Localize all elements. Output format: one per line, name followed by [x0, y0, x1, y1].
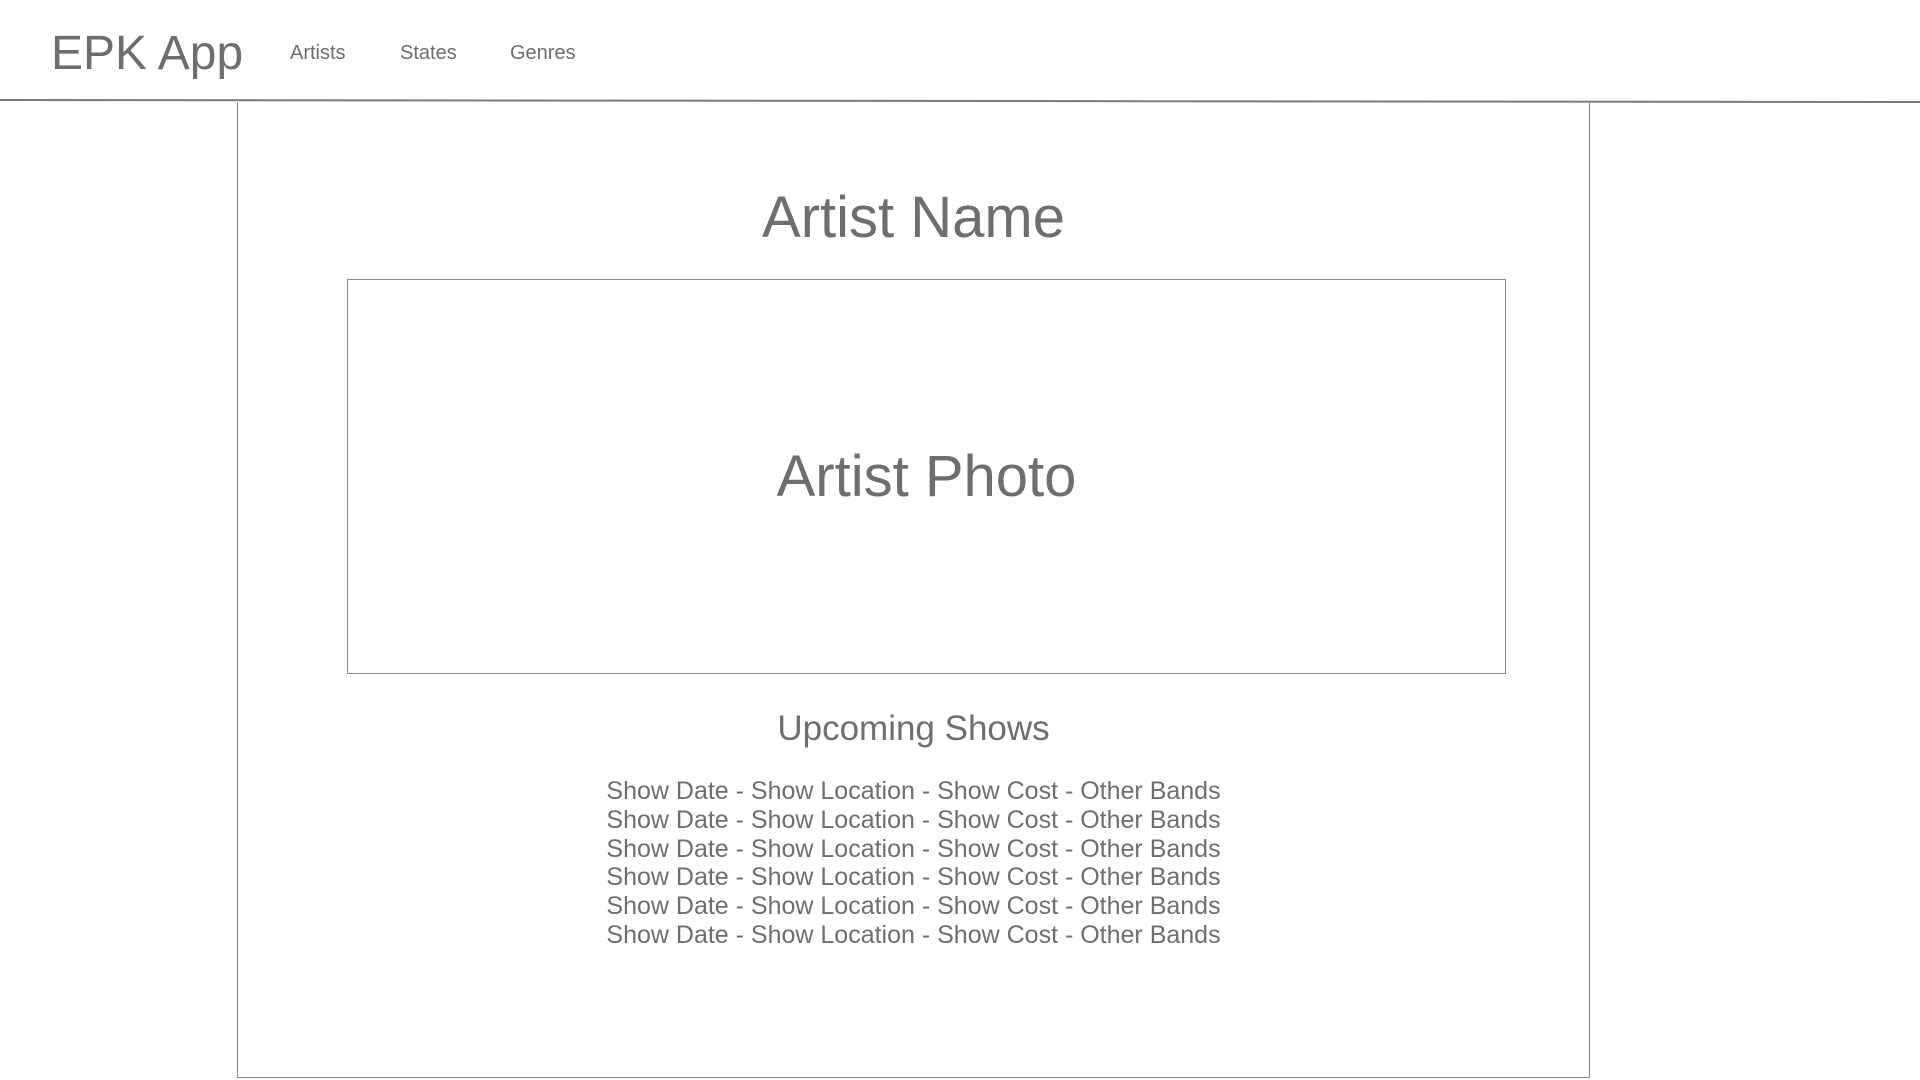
- show-list-item: Show Date - Show Location - Show Cost - …: [606, 834, 1221, 863]
- show-list-item: Show Date - Show Location - Show Cost - …: [606, 863, 1221, 892]
- artist-profile-panel: Artist Name Artist Photo Upcoming Shows …: [237, 102, 1590, 1078]
- brand-logo[interactable]: EPK App: [51, 26, 243, 82]
- app-header: EPK App Artists States Genres: [0, 0, 1920, 103]
- show-list-item: Show Date - Show Location - Show Cost - …: [606, 920, 1221, 949]
- upcoming-shows-heading: Upcoming Shows: [777, 709, 1050, 748]
- show-list-item: Show Date - Show Location - Show Cost - …: [606, 777, 1221, 805]
- artist-photo-placeholder: Artist Photo: [347, 279, 1506, 674]
- nav-link-states[interactable]: States: [400, 41, 457, 65]
- nav-link-artists[interactable]: Artists: [290, 41, 346, 65]
- show-list-item: Show Date - Show Location - Show Cost - …: [606, 805, 1221, 834]
- nav-link-genres[interactable]: Genres: [510, 41, 576, 65]
- artist-name-heading: Artist Name: [762, 185, 1065, 250]
- show-list-item: Show Date - Show Location - Show Cost - …: [606, 892, 1221, 921]
- upcoming-shows-list: Show Date - Show Location - Show Cost - …: [238, 777, 1589, 950]
- artist-photo-label: Artist Photo: [776, 443, 1077, 509]
